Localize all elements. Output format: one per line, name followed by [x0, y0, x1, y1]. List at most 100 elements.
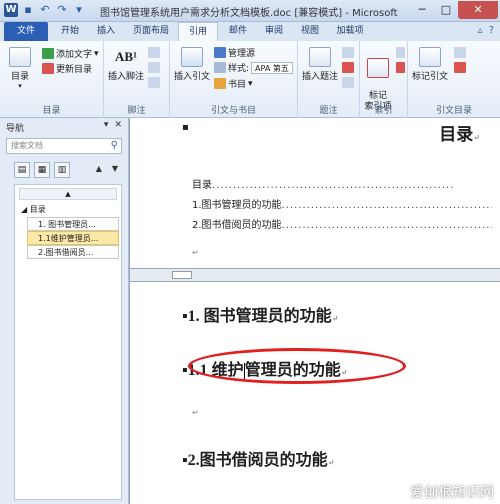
watermark: 爱创根知识网 [410, 485, 494, 501]
headings-view-tab[interactable]: ▤ [14, 162, 30, 178]
bullet-mark: ▪ [182, 122, 189, 133]
group-citations: 插入引文 管理源 样式: APA 第五 书目 ▾ 引文与书目 [170, 41, 298, 118]
insert-index-icon [396, 47, 405, 58]
show-notes-button[interactable] [148, 77, 160, 88]
toc-entry[interactable]: 1.图书管理员的功能..............................… [192, 196, 492, 211]
toc-heading[interactable]: 目录↵ [439, 120, 480, 145]
pages-view-tab[interactable]: ▦ [34, 162, 50, 178]
style-dropdown[interactable]: 样式: APA 第五 [214, 61, 293, 74]
nav-title: 导航 [6, 124, 25, 134]
tree-item-root[interactable]: ◢ 目录 [15, 203, 121, 217]
quick-access-toolbar: W ▪ ↶ ↷ ▾ [4, 3, 86, 17]
insert-caption-button[interactable]: 插入题注 [300, 47, 340, 82]
insert-index-button[interactable] [396, 47, 405, 58]
tab-addins[interactable]: 加载项 [328, 22, 372, 41]
nav-search-input[interactable]: 搜索文档 ⚲ [6, 138, 122, 154]
toc-entry[interactable]: 目录......................................… [192, 176, 492, 191]
bibliography-button[interactable]: 书目 ▾ [214, 77, 253, 90]
toc-entry[interactable]: 2.图书借阅员的功能..............................… [192, 216, 492, 231]
tab-home[interactable]: 开始 [52, 22, 88, 41]
cross-reference-icon [342, 77, 354, 88]
group-label-index: 索引 [374, 106, 393, 116]
add-text-button[interactable]: 添加文字 ▾ [42, 47, 99, 60]
save-icon[interactable]: ▪ [21, 3, 35, 17]
tab-view[interactable]: 视图 [292, 22, 328, 41]
dot-leader: ........................................… [281, 200, 492, 211]
group-label-toc: 目录 [42, 106, 61, 116]
heading-1[interactable]: ▪2.图书借阅员的功能↵ [182, 446, 334, 470]
group-label-citations: 引文与书目 [210, 106, 256, 116]
caption-icon [309, 47, 331, 67]
document-area[interactable]: ▪ 目录↵ 目录................................… [130, 118, 500, 504]
group-captions: 插入题注 题注 [298, 41, 360, 118]
update-toa-button[interactable] [454, 62, 466, 73]
ribbon-tabs: 文件 开始 插入 页面布局 引用 邮件 审阅 视图 加载项 ▵ ? [0, 22, 500, 41]
table-of-figures-icon [342, 47, 354, 58]
citation-icon [181, 47, 203, 67]
update-table-icon [342, 62, 354, 73]
mark-entry-icon [367, 58, 389, 78]
toc-button[interactable]: 目录 ▾ [6, 47, 34, 90]
insert-toa-icon [454, 47, 466, 58]
customize-qat-icon[interactable]: ▾ [72, 3, 86, 17]
close-button[interactable]: ✕ [458, 1, 498, 19]
insert-citation-button[interactable]: 插入引文 [172, 47, 212, 82]
manage-sources-button[interactable]: 管理源 [214, 46, 255, 59]
ribbon: 目录 ▾ 添加文字▾ 更新目录 目录 AB¹ 插入脚注 脚注 插入引文 管理源 [0, 41, 500, 118]
collapse-all-bar[interactable]: ▲ [19, 188, 117, 200]
previous-heading-icon[interactable]: ▲ [96, 164, 102, 173]
tab-file[interactable]: 文件 [4, 22, 48, 41]
next-heading-icon[interactable]: ▼ [112, 164, 118, 173]
tree-item-selected[interactable]: 1.1维护管理员... [27, 231, 119, 245]
tab-review[interactable]: 审阅 [256, 22, 292, 41]
redo-icon[interactable]: ↷ [55, 3, 69, 17]
update-toc-button[interactable]: 更新目录 [42, 62, 92, 75]
toc-icon [9, 47, 31, 67]
cross-reference-button[interactable] [342, 77, 354, 88]
style-select[interactable]: APA 第五 [251, 61, 293, 74]
undo-icon[interactable]: ↶ [38, 3, 52, 17]
footnote-icon: AB¹ [115, 49, 137, 64]
bibliography-icon [214, 78, 226, 89]
tab-mailings[interactable]: 邮件 [220, 22, 256, 41]
tab-insert[interactable]: 插入 [88, 22, 124, 41]
insert-table-of-figures-button[interactable] [342, 47, 354, 58]
dot-leader: ........................................… [281, 220, 492, 231]
nav-close-icon[interactable]: ✕ [114, 120, 122, 130]
tree-item[interactable]: 1. 图书管理员... [27, 217, 119, 231]
add-text-icon [42, 48, 54, 59]
insert-toa-button[interactable] [454, 47, 466, 58]
dropdown-icon: ▾ [94, 48, 99, 59]
red-highlight-ellipse [188, 348, 406, 384]
tab-references[interactable]: 引用 [178, 22, 218, 41]
help-icon[interactable]: ? [489, 25, 494, 36]
maximize-button[interactable]: □ [434, 1, 458, 19]
show-notes-icon [148, 77, 160, 88]
toc-dropdown-icon: ▾ [18, 82, 22, 90]
heading-tree: ▲ ◢ 目录 1. 图书管理员... 1.1维护管理员... 2.图书借阅员..… [14, 184, 122, 500]
search-icon[interactable]: ⚲ [111, 139, 118, 153]
group-label-captions: 题注 [319, 106, 338, 116]
results-view-tab[interactable]: ▥ [54, 162, 70, 178]
manage-sources-icon [214, 47, 226, 58]
word-logo-icon[interactable]: W [4, 3, 18, 17]
group-index: 标记 索引项 索引 [360, 41, 408, 118]
insert-endnote-button[interactable] [148, 47, 160, 58]
tree-item[interactable]: 2.图书借阅员... [27, 245, 119, 259]
group-label-footnotes: 脚注 [127, 106, 146, 116]
nav-menu-icon[interactable]: ▾ [104, 120, 109, 130]
insert-footnote-button[interactable]: AB¹ 插入脚注 [108, 47, 144, 82]
tab-page-layout[interactable]: 页面布局 [126, 22, 176, 41]
title-bar: W ▪ ↶ ↷ ▾ 图书馆管理系统用户需求分析文档模板.doc [兼容模式] -… [0, 0, 500, 22]
navigation-pane: 导航 ▾ ✕ 搜索文档 ⚲ ▤ ▦ ▥ ▲ ▼ ▲ ◢ 目录 1. 图书管理员.… [0, 118, 129, 504]
update-index-button[interactable] [396, 62, 405, 73]
heading-1[interactable]: ▪1. 图书管理员的功能↵ [182, 302, 338, 326]
minimize-ribbon-icon[interactable]: ▵ [478, 25, 483, 36]
next-footnote-button[interactable] [148, 62, 160, 73]
update-table-button[interactable] [342, 62, 354, 73]
update-index-icon [396, 62, 405, 73]
mark-citation-icon [419, 47, 441, 67]
minimize-button[interactable]: ─ [410, 1, 434, 19]
mark-citation-button[interactable]: 标记引文 [410, 47, 450, 82]
endnote-icon [148, 47, 160, 58]
